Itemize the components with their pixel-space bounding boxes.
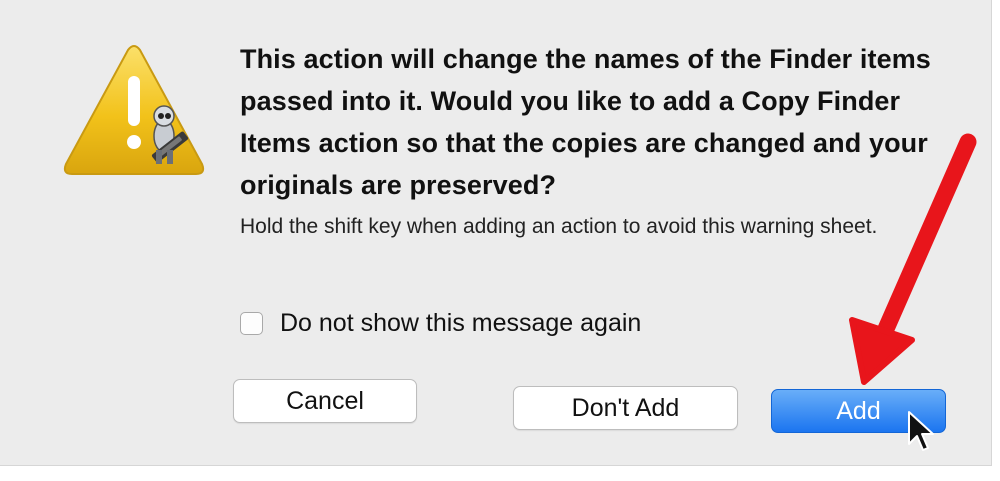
suppress-alert-checkbox[interactable] bbox=[240, 311, 263, 335]
alert-message: This action will change the names of the… bbox=[240, 44, 931, 200]
suppress-alert-checkbox-row[interactable]: Do not show this message again bbox=[240, 303, 641, 343]
alert-dialog: This action will change the names of the… bbox=[0, 0, 992, 466]
mouse-pointer-icon bbox=[908, 411, 934, 451]
dont-add-button[interactable]: Don't Add bbox=[513, 386, 738, 430]
automator-warning-icon bbox=[63, 45, 205, 175]
suppress-alert-label[interactable]: Do not show this message again bbox=[280, 309, 641, 338]
alert-informative-text: Hold the shift key when adding an action… bbox=[240, 215, 878, 238]
cancel-button[interactable]: Cancel bbox=[233, 379, 417, 423]
